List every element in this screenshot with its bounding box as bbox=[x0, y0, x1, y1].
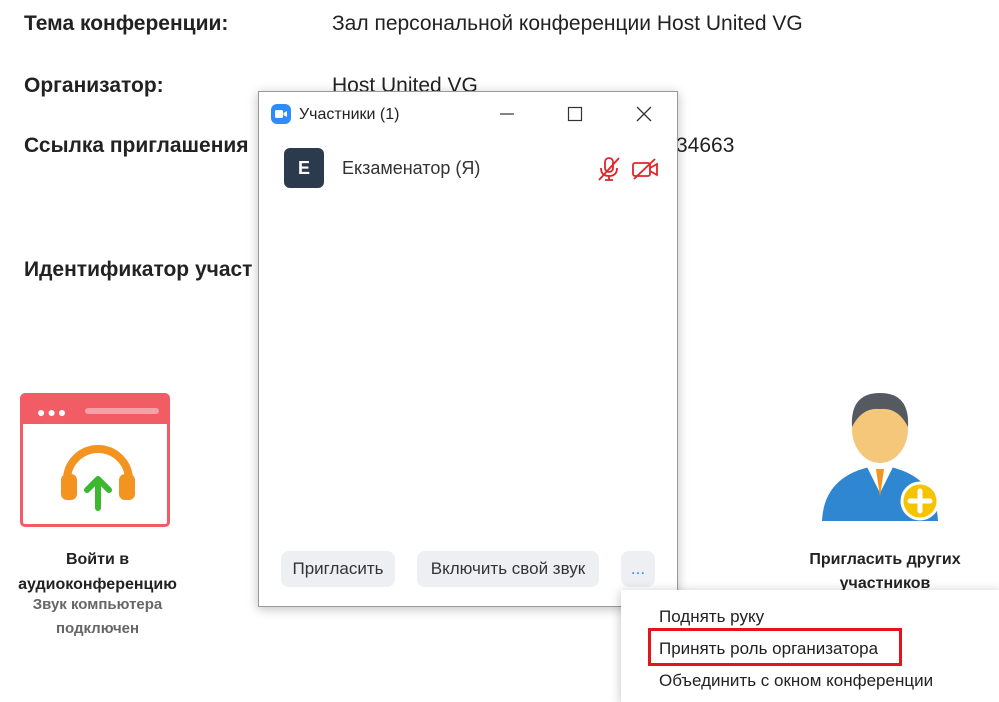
zoom-camera-icon bbox=[271, 104, 291, 124]
minimize-button[interactable] bbox=[492, 102, 522, 126]
menu-item-raise-hand[interactable]: Поднять руку bbox=[659, 607, 764, 627]
minimize-icon bbox=[500, 113, 514, 115]
invite-button[interactable]: Пригласить bbox=[281, 551, 395, 587]
more-button[interactable]: ... bbox=[621, 551, 655, 587]
join-audio-button[interactable]: ●●● bbox=[20, 393, 170, 527]
invite-participants-icon[interactable] bbox=[816, 385, 946, 525]
audio-card-titlebar: ●●● bbox=[23, 396, 167, 424]
video-off-icon[interactable] bbox=[631, 157, 659, 181]
participant-id-label: Идентификатор участ bbox=[24, 258, 253, 281]
close-icon bbox=[636, 106, 652, 122]
topic-label: Тема конференции: bbox=[24, 12, 229, 35]
invite-others-line1: Пригласить других bbox=[809, 551, 961, 568]
participants-window-title: Участники (1) bbox=[299, 106, 400, 123]
invite-link-value: 34663 bbox=[676, 134, 735, 157]
invite-link-label: Ссылка приглашения bbox=[24, 134, 249, 157]
participants-window: Участники (1) E Екзаменатор (Я) Пригласи… bbox=[258, 91, 678, 607]
maximize-icon bbox=[567, 106, 583, 122]
menu-item-merge-window[interactable]: Объединить с окном конференции bbox=[659, 671, 933, 691]
participant-row[interactable]: E Екзаменатор (Я) bbox=[259, 148, 677, 192]
audio-status-line2: подключен bbox=[55, 620, 140, 637]
host-label: Организатор: bbox=[24, 74, 164, 97]
avatar: E bbox=[284, 148, 324, 188]
participant-name: Екзаменатор (Я) bbox=[342, 158, 481, 178]
audio-status-line1: Звук компьютера bbox=[32, 596, 163, 613]
join-audio-line2: аудиоконференцию bbox=[18, 576, 177, 593]
window-dots-icon: ●●● bbox=[37, 404, 69, 420]
join-audio-line1: Войти в bbox=[65, 551, 130, 568]
maximize-button[interactable] bbox=[560, 102, 590, 126]
headphones-icon bbox=[61, 445, 135, 511]
unmute-button[interactable]: Включить свой звук bbox=[417, 551, 599, 587]
participants-titlebar[interactable]: Участники (1) bbox=[259, 92, 677, 136]
topic-value: Зал персональной конференции Host United… bbox=[332, 12, 803, 35]
highlight-box bbox=[648, 628, 902, 666]
close-button[interactable] bbox=[629, 102, 659, 126]
microphone-muted-icon[interactable] bbox=[596, 155, 622, 183]
